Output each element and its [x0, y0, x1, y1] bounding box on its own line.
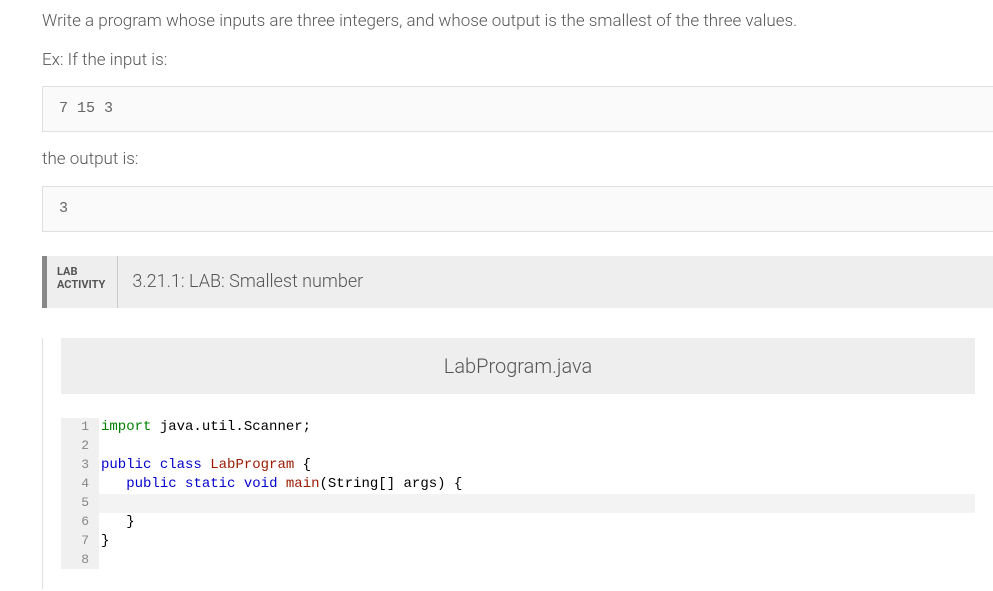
problem-description: Write a program whose inputs are three i…	[42, 8, 993, 35]
example-output-box: 3	[42, 186, 993, 232]
code-editor[interactable]: 1import java.util.Scanner;2 3public clas…	[61, 418, 975, 569]
lab-activity-line1: LAB	[57, 265, 77, 278]
line-number: 7	[61, 532, 99, 551]
code-content[interactable]: import java.util.Scanner;	[99, 418, 975, 437]
line-number: 8	[61, 551, 99, 570]
line-number: 5	[61, 494, 99, 513]
code-line[interactable]: 6 }	[61, 513, 975, 532]
lab-header: LAB ACTIVITY 3.21.1: LAB: Smallest numbe…	[42, 256, 993, 309]
line-number: 4	[61, 475, 99, 494]
code-content[interactable]	[99, 494, 975, 513]
line-number: 2	[61, 437, 99, 456]
code-content[interactable]	[99, 551, 975, 570]
line-number: 1	[61, 418, 99, 437]
lab-activity-line2: ACTIVITY	[57, 278, 105, 291]
editor-section: LabProgram.java 1import java.util.Scanne…	[42, 338, 993, 589]
example-intro: Ex: If the input is:	[42, 47, 993, 74]
output-intro: the output is:	[42, 146, 993, 173]
code-content[interactable]: public class LabProgram {	[99, 456, 975, 475]
code-line[interactable]: 3public class LabProgram {	[61, 456, 975, 475]
code-line[interactable]: 2	[61, 437, 975, 456]
filename-bar: LabProgram.java	[61, 338, 975, 394]
code-content[interactable]: }	[99, 532, 975, 551]
code-line[interactable]: 8	[61, 551, 975, 570]
code-line[interactable]: 4 public static void main(String[] args)…	[61, 475, 975, 494]
lab-title: 3.21.1: LAB: Smallest number	[118, 256, 377, 309]
example-input-box: 7 15 3	[42, 86, 993, 132]
code-line[interactable]: 1import java.util.Scanner;	[61, 418, 975, 437]
line-number: 3	[61, 456, 99, 475]
line-number: 6	[61, 513, 99, 532]
code-content[interactable]	[99, 437, 975, 456]
code-line[interactable]: 5	[61, 494, 975, 513]
code-line[interactable]: 7}	[61, 532, 975, 551]
lab-activity-label: LAB ACTIVITY	[47, 256, 118, 309]
code-content[interactable]: public static void main(String[] args) {	[99, 475, 975, 494]
code-content[interactable]: }	[99, 513, 975, 532]
